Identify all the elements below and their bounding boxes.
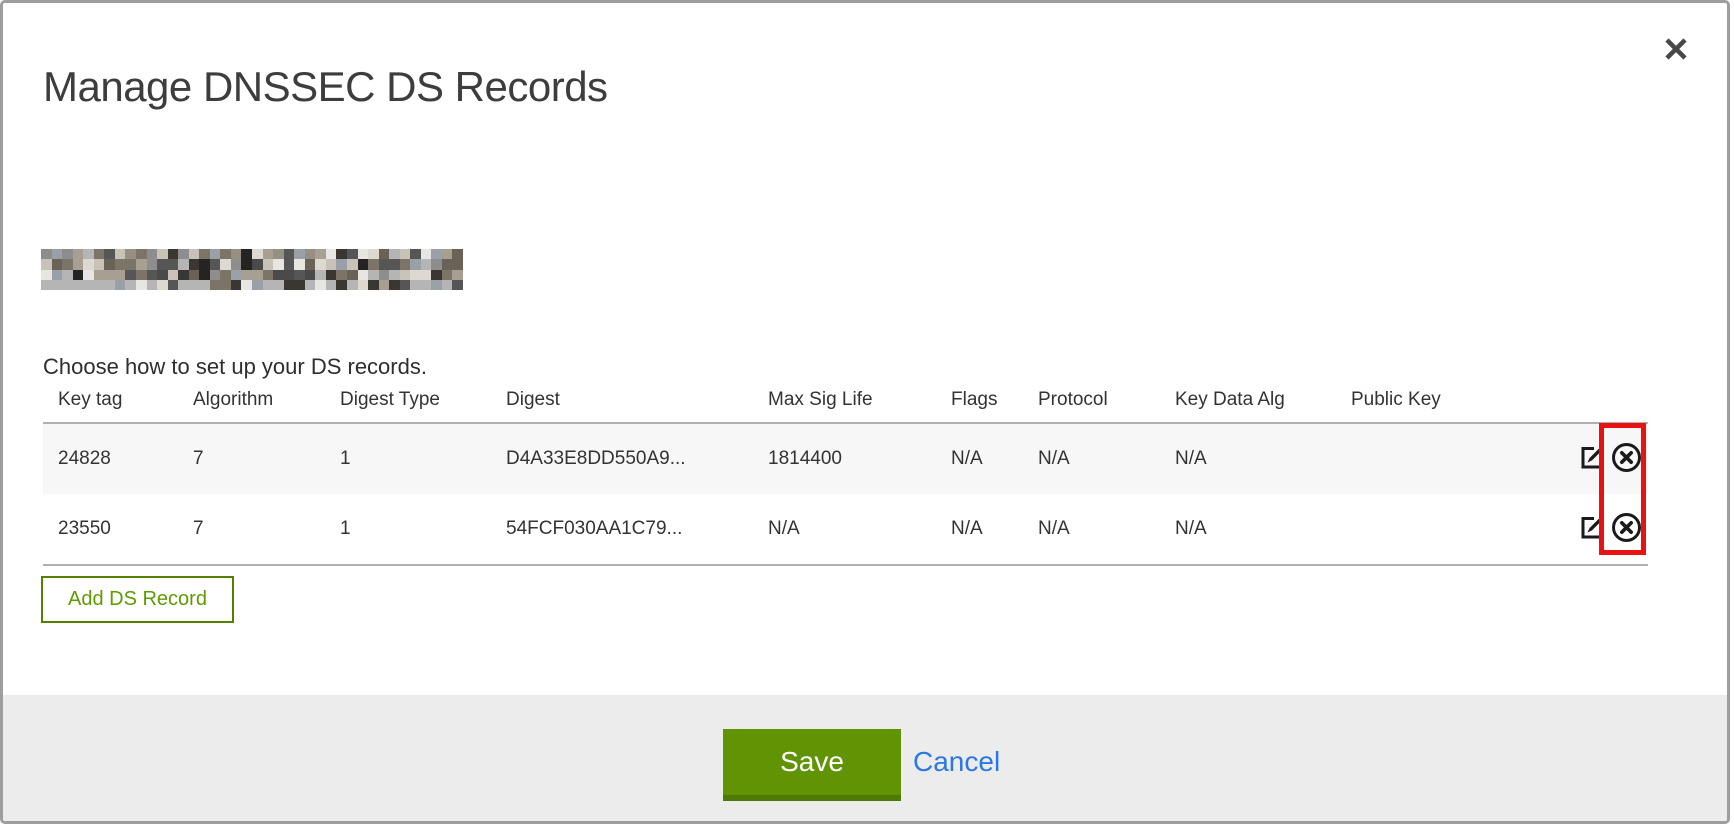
table-header-row: Key tag Algorithm Digest Type Digest Max… (43, 377, 1648, 422)
save-button[interactable]: Save (723, 729, 901, 801)
col-header-digest-type: Digest Type (340, 389, 506, 411)
edit-record-button[interactable] (1579, 514, 1606, 544)
cell-flags: N/A (951, 518, 1038, 540)
col-header-public-key: Public Key (1351, 389, 1548, 411)
delete-record-button[interactable] (1611, 512, 1642, 546)
cell-protocol: N/A (1038, 518, 1175, 540)
cancel-link[interactable]: Cancel (913, 729, 1000, 795)
delete-record-button[interactable] (1611, 442, 1642, 476)
col-header-algorithm: Algorithm (193, 389, 340, 411)
col-header-max-sig-life: Max Sig Life (768, 389, 951, 411)
cell-key-data-alg: N/A (1175, 448, 1351, 470)
cell-max-sig-life: 1814400 (768, 448, 951, 470)
close-button[interactable] (1659, 33, 1693, 67)
cell-key-tag: 24828 (58, 448, 193, 470)
add-ds-record-button[interactable]: Add DS Record (41, 576, 234, 623)
row-actions (1548, 442, 1648, 476)
delete-circled-x-icon (1611, 512, 1642, 546)
edit-record-button[interactable] (1579, 444, 1606, 474)
col-header-key-tag: Key tag (58, 389, 193, 411)
row-actions (1548, 512, 1648, 546)
cell-flags: N/A (951, 448, 1038, 470)
cell-protocol: N/A (1038, 448, 1175, 470)
col-header-protocol: Protocol (1038, 389, 1175, 411)
redacted-domain-name (41, 249, 463, 290)
table-row: 23550 7 1 54FCF030AA1C79... N/A N/A N/A … (43, 494, 1648, 564)
close-icon (1663, 50, 1689, 65)
cell-max-sig-life: N/A (768, 518, 951, 540)
manage-dnssec-modal: Manage DNSSEC DS Records Choose how to s… (0, 0, 1730, 824)
edit-icon (1579, 514, 1606, 544)
cell-digest: D4A33E8DD550A9... (506, 448, 768, 470)
page-title: Manage DNSSEC DS Records (43, 63, 608, 111)
col-header-flags: Flags (951, 389, 1038, 411)
cell-digest-type: 1 (340, 518, 506, 540)
delete-circled-x-icon (1611, 442, 1642, 476)
cell-digest: 54FCF030AA1C79... (506, 518, 768, 540)
ds-records-table: Key tag Algorithm Digest Type Digest Max… (43, 377, 1648, 566)
cell-algorithm: 7 (193, 518, 340, 540)
cell-key-tag: 23550 (58, 518, 193, 540)
cell-key-data-alg: N/A (1175, 518, 1351, 540)
edit-icon (1579, 444, 1606, 474)
table-body: 24828 7 1 D4A33E8DD550A9... 1814400 N/A … (43, 422, 1648, 566)
table-row: 24828 7 1 D4A33E8DD550A9... 1814400 N/A … (43, 424, 1648, 494)
cell-digest-type: 1 (340, 448, 506, 470)
col-header-digest: Digest (506, 389, 768, 411)
col-header-key-data-alg: Key Data Alg (1175, 389, 1351, 411)
cell-algorithm: 7 (193, 448, 340, 470)
